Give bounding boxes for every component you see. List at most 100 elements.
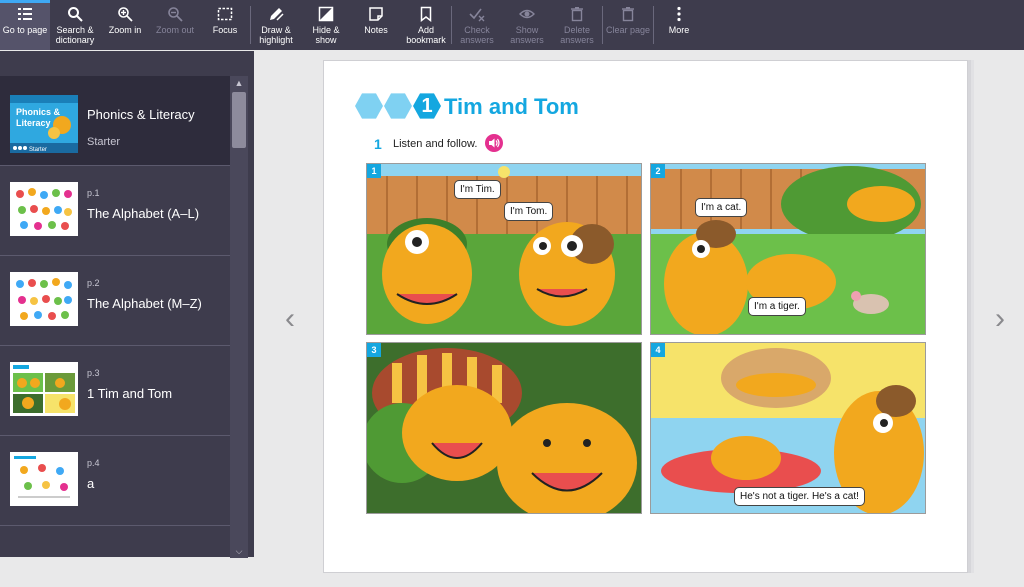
book-page: 1 Tim and Tom 1 Listen and follow. 1 I'm… [323, 60, 968, 573]
bookmark-icon [420, 6, 432, 22]
hide-show-button[interactable]: Hide & show [301, 0, 351, 50]
list-item-title: The Alphabet (A–L) [87, 206, 200, 221]
zoom-in-icon [118, 7, 133, 22]
hex-decoration [384, 93, 412, 119]
show-label-2: answers [510, 35, 544, 45]
cover-subtitle: Starter [87, 136, 121, 148]
cover-thumb-level: Starter [29, 147, 47, 153]
check-label-1: Check [464, 25, 490, 35]
list-item-page-number: p.4 [87, 458, 100, 468]
pencil-icon [270, 8, 284, 21]
exercise-thumbnail-art [10, 452, 78, 506]
sidebar-scrollbar[interactable]: ▲ ⌵ [230, 76, 248, 558]
page-thumbnail [10, 272, 78, 326]
hide-label-1: Hide & [312, 25, 340, 35]
list-item-page-1[interactable]: p.1 The Alphabet (A–L) [0, 166, 230, 256]
hide-label-2: show [315, 35, 337, 45]
zoom-in-button[interactable]: Zoom in [100, 0, 150, 50]
alphabet-thumbnail-art [10, 182, 78, 236]
speaker-icon [489, 138, 500, 148]
page-list: Phonics & Literacy Starter Phonics & Lit… [0, 76, 230, 526]
exercise-number: 1 [374, 136, 382, 152]
page-title: Tim and Tom [444, 94, 579, 119]
more-vertical-icon [677, 6, 681, 22]
check-label-2: answers [460, 35, 494, 45]
hex-decoration [355, 93, 383, 119]
focus-label: Focus [212, 25, 238, 35]
zoom-in-label: Zoom in [108, 25, 142, 35]
show-answers-button[interactable]: Show answers [502, 0, 552, 50]
speech-bubble: He's not a tiger. He's a cat! [734, 487, 865, 506]
list-item-page-4[interactable]: p.4 a [0, 436, 230, 526]
comic-panel-3: 3 [366, 342, 642, 514]
previous-page-icon[interactable]: ‹ [280, 304, 300, 334]
clear-page-button[interactable]: Clear page [603, 0, 653, 50]
cover-thumbnail-art: Phonics & Literacy Starter [10, 95, 78, 153]
focus-button[interactable]: Focus [200, 0, 250, 50]
cover-title: Phonics & Literacy [87, 107, 195, 122]
list-item-title: The Alphabet (M–Z) [87, 296, 202, 311]
bookmark-label-1: Add [417, 25, 434, 35]
panel-3-illustration [367, 343, 641, 513]
comic-panel-4: 4 He's not a tiger. He's a cat! [650, 342, 926, 514]
bookmark-label-2: bookmark [406, 35, 446, 45]
alphabet-thumbnail-art [10, 272, 78, 326]
draw-label-1: Draw & [261, 25, 291, 35]
draw-highlight-button[interactable]: Draw & highlight [251, 0, 301, 50]
notes-label: Notes [364, 25, 388, 35]
story-thumbnail-art [10, 362, 78, 416]
page-thumbnail [10, 362, 78, 416]
page-sidebar: Phonics & Literacy Starter Phonics & Lit… [0, 51, 254, 558]
list-item-page-number: p.2 [87, 278, 100, 288]
list-item-page-2[interactable]: p.2 The Alphabet (M–Z) [0, 256, 230, 346]
search-icon [68, 7, 83, 22]
zoom-out-label: Zoom out [155, 25, 195, 35]
panel-number: 3 [367, 343, 381, 357]
toolbar: Go to page Search & dictionary Zoom in Z… [0, 0, 1024, 50]
exercise-instruction: Listen and follow. [393, 138, 478, 150]
speech-bubble: I'm Tom. [504, 202, 554, 221]
scrollbar-thumb[interactable] [232, 92, 246, 148]
next-page-icon[interactable]: › [990, 304, 1010, 334]
panel-number: 2 [651, 164, 665, 178]
panel-number: 1 [367, 164, 381, 178]
hide-show-icon [318, 6, 334, 22]
delete-label-2: answers [560, 35, 594, 45]
go-to-page-button[interactable]: Go to page [0, 0, 50, 50]
search-label-1: Search & [56, 25, 94, 35]
more-button[interactable]: More [654, 0, 704, 50]
trash-icon [622, 7, 634, 22]
cover-thumb-text-2: Literacy [16, 118, 51, 128]
draw-label-2: highlight [259, 35, 293, 45]
list-item-page-3[interactable]: p.3 1 Tim and Tom [0, 346, 230, 436]
delete-label-1: Delete [563, 25, 590, 35]
check-answers-button[interactable]: Check answers [452, 0, 502, 50]
more-label: More [668, 25, 690, 35]
list-item-title: a [87, 476, 95, 491]
cover-thumbnail: Phonics & Literacy Starter [10, 95, 78, 153]
comic-panel-1: 1 I'm Tim. I'm Tom. [366, 163, 642, 335]
speech-bubble: I'm a cat. [695, 198, 748, 217]
cover-thumb-text-1: Phonics & [16, 107, 61, 117]
panel-number: 4 [651, 343, 665, 357]
chevron-down-icon[interactable]: ⌵ [232, 544, 246, 558]
eye-icon [519, 9, 535, 19]
scroll-up-icon[interactable]: ▲ [232, 76, 246, 90]
zoom-out-icon [168, 7, 183, 22]
note-icon [369, 7, 383, 21]
search-label-2: dictionary [55, 35, 95, 45]
unit-number: 1 [413, 93, 441, 119]
clear-page-label: Clear page [605, 25, 651, 35]
speech-bubble: I'm Tim. [454, 180, 501, 199]
trash-icon [571, 7, 583, 22]
audio-play-button[interactable] [485, 134, 503, 152]
list-item-cover[interactable]: Phonics & Literacy Starter Phonics & Lit… [0, 76, 230, 166]
search-dictionary-button[interactable]: Search & dictionary [50, 0, 100, 50]
list-icon [18, 8, 32, 20]
notes-button[interactable]: Notes [351, 0, 401, 50]
go-to-page-label: Go to page [2, 25, 48, 35]
zoom-out-button[interactable]: Zoom out [150, 0, 200, 50]
list-item-page-number: p.3 [87, 368, 100, 378]
add-bookmark-button[interactable]: Add bookmark [401, 0, 451, 50]
delete-answers-button[interactable]: Delete answers [552, 0, 602, 50]
